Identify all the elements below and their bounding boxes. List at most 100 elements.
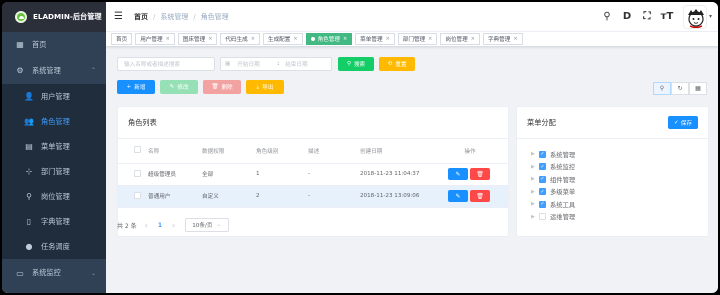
sidebar-item-timing[interactable]: ● 任务调度 bbox=[2, 234, 106, 259]
tree-checkbox[interactable]: ✓ bbox=[539, 150, 546, 158]
search-button-label: 搜索 bbox=[353, 62, 366, 68]
select-all-checkbox[interactable] bbox=[134, 146, 141, 154]
tree-node[interactable]: ▶ ✓ 系统监控 bbox=[517, 161, 708, 174]
column-header[interactable]: 描述 bbox=[308, 139, 360, 164]
doc-icon[interactable]: D bbox=[619, 11, 635, 22]
dept-icon: ⊹ bbox=[25, 167, 33, 176]
tree-checkbox[interactable]: ✓ bbox=[539, 163, 546, 171]
next-page-button[interactable]: › bbox=[172, 221, 175, 230]
caret-down-icon[interactable]: ▾ bbox=[709, 13, 712, 20]
breadcrumb-home[interactable]: 首页 bbox=[134, 13, 148, 21]
sidebar-item-menus[interactable]: ▤ 菜单管理 bbox=[2, 134, 106, 159]
close-icon[interactable]: × bbox=[166, 36, 170, 42]
sidebar-item-home[interactable]: ▦ 首页 bbox=[2, 32, 106, 57]
toggle-search-icon[interactable]: ⚲ bbox=[653, 82, 671, 95]
search-icon: ⚲ bbox=[346, 61, 351, 67]
tree-checkbox[interactable]: ✓ bbox=[539, 175, 546, 183]
close-icon[interactable]: × bbox=[386, 36, 390, 42]
table-row[interactable]: 超级管理员 全部 1-2018-11-23 11:04:37 ✎ 🗑 bbox=[118, 163, 508, 186]
tag-7[interactable]: 部门管理 × bbox=[397, 33, 438, 45]
tag-9[interactable]: 字典管理 × bbox=[482, 33, 523, 45]
row-edit-button[interactable]: ✎ bbox=[448, 190, 468, 202]
plus-icon: + bbox=[126, 84, 132, 90]
caret-right-icon[interactable]: ▶ bbox=[531, 164, 539, 170]
row-delete-button[interactable]: 🗑 bbox=[470, 190, 490, 202]
page-size-select[interactable]: 10条/页 ⌄ bbox=[185, 218, 230, 232]
sidebar-item-roles[interactable]: 👥 角色管理 bbox=[2, 109, 106, 134]
column-header[interactable]: 创建日期 bbox=[360, 139, 432, 164]
caret-right-icon[interactable]: ▶ bbox=[531, 151, 539, 157]
tree-node[interactable]: ▶ ✓ 多级菜单 bbox=[517, 186, 708, 199]
row-checkbox[interactable] bbox=[134, 191, 141, 199]
close-icon[interactable]: × bbox=[513, 36, 517, 42]
date-range-picker[interactable]: ▦ 开始日期 : 结束日期 bbox=[220, 57, 332, 71]
row-checkbox[interactable] bbox=[134, 169, 141, 177]
tree-checkbox[interactable]: ✓ bbox=[539, 188, 546, 196]
hamburger-icon[interactable]: ☰ bbox=[114, 11, 123, 22]
sidebar-item-jobs[interactable]: ⚲ 岗位管理 bbox=[2, 184, 106, 209]
tag-8[interactable]: 岗位管理 × bbox=[440, 33, 480, 45]
caret-right-icon[interactable]: ▶ bbox=[531, 176, 539, 182]
tag-3[interactable]: 代码生成 × bbox=[220, 33, 260, 45]
sidebar-item-label: 岗位管理 bbox=[41, 191, 70, 201]
pagination-total: 共 2 条 bbox=[117, 222, 137, 230]
export-button[interactable]: ⤓ 导出 bbox=[246, 80, 284, 94]
tree-node[interactable]: ▶ ✓ 组件管理 bbox=[517, 173, 708, 186]
active-dot-icon bbox=[310, 37, 315, 41]
sidebar-item-dict[interactable]: ▯ 字典管理 bbox=[2, 209, 106, 234]
tag-1[interactable]: 用户管理 × bbox=[135, 33, 175, 45]
menu-assign-title: 菜单分配 bbox=[527, 117, 556, 127]
sidebar-item-label: 任务调度 bbox=[41, 241, 70, 251]
tag-2[interactable]: 图床管理 × bbox=[177, 33, 218, 45]
close-icon[interactable]: × bbox=[343, 36, 347, 42]
fullscreen-icon[interactable]: ⛶ bbox=[639, 11, 655, 22]
pagination: 共 2 条 ‹ 1 › 10条/页 ⌄ bbox=[117, 218, 230, 232]
row-edit-button[interactable]: ✎ bbox=[448, 168, 468, 180]
sidebar-item-system[interactable]: ⚙ 系统管理 ⌃ bbox=[2, 57, 106, 84]
column-header[interactable]: 数据权限 bbox=[202, 139, 256, 164]
tag-4[interactable]: 生成配置 × bbox=[262, 33, 303, 45]
font-size-icon[interactable]: тT bbox=[659, 11, 675, 22]
columns-icon[interactable]: ▦ bbox=[689, 82, 707, 95]
column-header[interactable]: 名称 bbox=[148, 139, 202, 164]
sidebar-item-monitor[interactable]: ▭ 系统监控 ⌄ bbox=[2, 259, 106, 287]
caret-right-icon[interactable]: ▶ bbox=[531, 214, 539, 220]
tree-node[interactable]: ▶ ✓ 系统工具 bbox=[517, 198, 708, 211]
column-header[interactable]: 角色级别 bbox=[256, 139, 308, 164]
date-start-placeholder: 开始日期 bbox=[237, 62, 260, 68]
page-number-1[interactable]: 1 bbox=[158, 222, 162, 229]
table-row[interactable]: 普通用户 自定义 2-2018-11-23 13:09:06 ✎ 🗑 bbox=[118, 185, 508, 208]
close-icon[interactable]: × bbox=[293, 36, 297, 42]
refresh-icon[interactable]: ↻ bbox=[671, 82, 689, 95]
close-icon[interactable]: × bbox=[471, 36, 475, 42]
caret-right-icon[interactable]: ▶ bbox=[531, 201, 539, 207]
search-button[interactable]: ⚲ 搜索 bbox=[338, 57, 374, 71]
search-icon[interactable]: ⚲ bbox=[599, 11, 615, 22]
tree-checkbox[interactable]: ✓ bbox=[539, 200, 546, 208]
filter-bar: 输入名称或者描述搜索 ▦ 开始日期 : 结束日期 ⚲ 搜索 ⟲ 重置 bbox=[117, 57, 415, 71]
row-delete-button[interactable]: 🗑 bbox=[470, 168, 490, 180]
tree-node[interactable]: ▶ 运维管理 bbox=[517, 211, 708, 224]
caret-right-icon[interactable]: ▶ bbox=[531, 189, 539, 195]
tag-6[interactable]: 菜单管理 × bbox=[355, 33, 395, 45]
add-button[interactable]: + 新增 bbox=[117, 80, 155, 94]
logo[interactable]: ELADMIN-后台管理 bbox=[2, 2, 106, 32]
avatar[interactable] bbox=[682, 4, 707, 29]
sidebar-item-users[interactable]: 👤 用户管理 bbox=[2, 84, 106, 109]
sidebar-item-label: 角色管理 bbox=[41, 116, 70, 126]
delete-button[interactable]: 🗑 删除 bbox=[203, 80, 241, 94]
tag-label: 图床管理 bbox=[182, 37, 206, 43]
close-icon[interactable]: × bbox=[208, 36, 212, 42]
close-icon[interactable]: × bbox=[251, 36, 255, 42]
tag-5[interactable]: 角色管理 × bbox=[305, 33, 353, 45]
search-input[interactable]: 输入名称或者描述搜索 bbox=[117, 57, 215, 71]
save-button[interactable]: ✓ 保存 bbox=[668, 116, 698, 129]
sidebar-item-depts[interactable]: ⊹ 部门管理 bbox=[2, 159, 106, 184]
tree-node[interactable]: ▶ ✓ 系统管理 bbox=[517, 148, 708, 161]
tag-0[interactable]: 首页 bbox=[111, 33, 133, 45]
tree-checkbox[interactable] bbox=[539, 213, 546, 221]
close-icon[interactable]: × bbox=[428, 36, 432, 42]
prev-page-button[interactable]: ‹ bbox=[145, 221, 148, 230]
edit-button[interactable]: ✎ 修改 bbox=[160, 80, 198, 94]
reset-button[interactable]: ⟲ 重置 bbox=[379, 57, 415, 71]
